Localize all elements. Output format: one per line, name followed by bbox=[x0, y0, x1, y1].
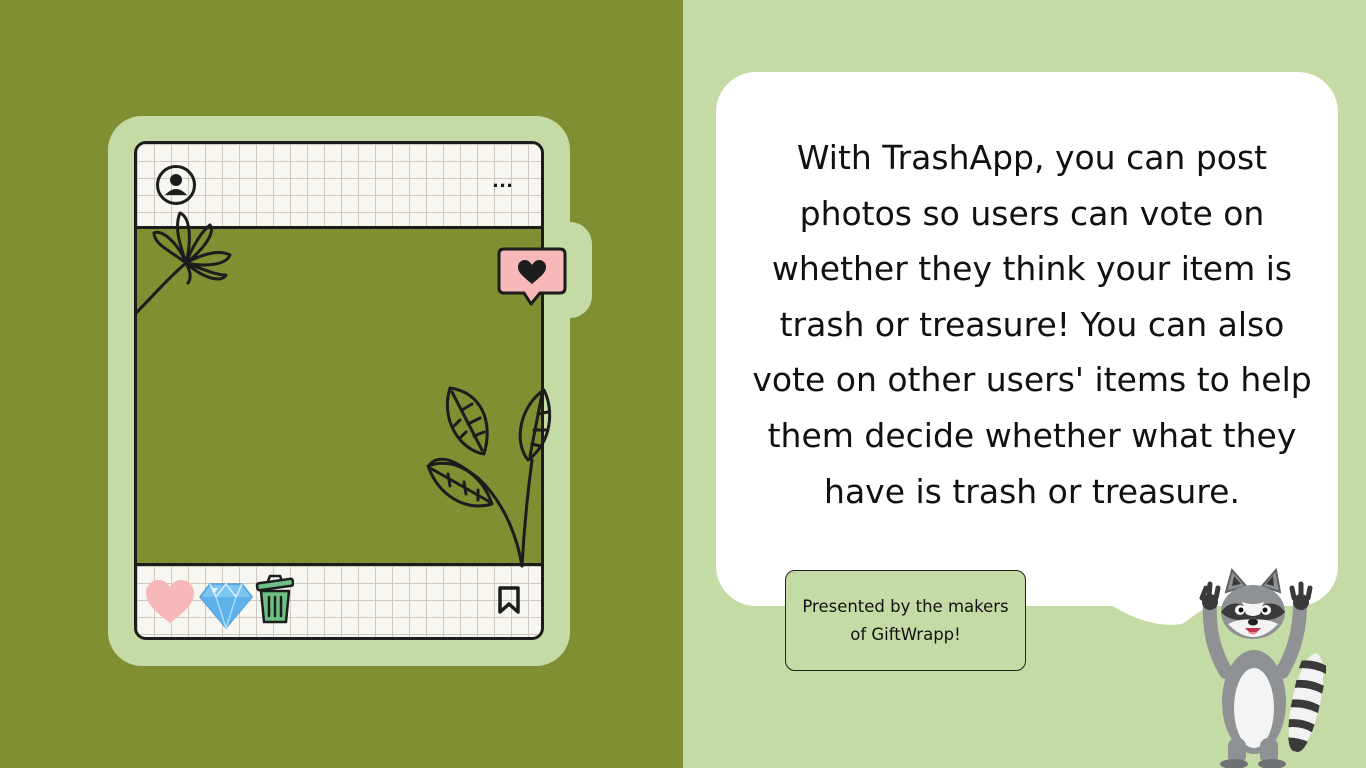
presented-by-text: Presented by the makers of GiftWrapp! bbox=[802, 596, 1009, 644]
leaves-doodle bbox=[426, 386, 552, 568]
bookmark-icon[interactable] bbox=[496, 585, 522, 615]
flower-doodle bbox=[134, 211, 232, 315]
user-circle-icon[interactable] bbox=[155, 164, 197, 206]
trash-can-icon[interactable] bbox=[254, 573, 294, 625]
more-options-icon[interactable]: ... bbox=[485, 168, 521, 198]
raccoon-mascot bbox=[1199, 567, 1326, 768]
presented-by-box: Presented by the makers of GiftWrapp! bbox=[785, 570, 1026, 671]
diamond-icon[interactable] bbox=[198, 580, 254, 630]
heart-icon[interactable] bbox=[144, 578, 196, 626]
heart-speech-bubble-icon bbox=[497, 247, 567, 306]
app-description-text: With TrashApp, you can post photos so us… bbox=[752, 138, 1312, 511]
